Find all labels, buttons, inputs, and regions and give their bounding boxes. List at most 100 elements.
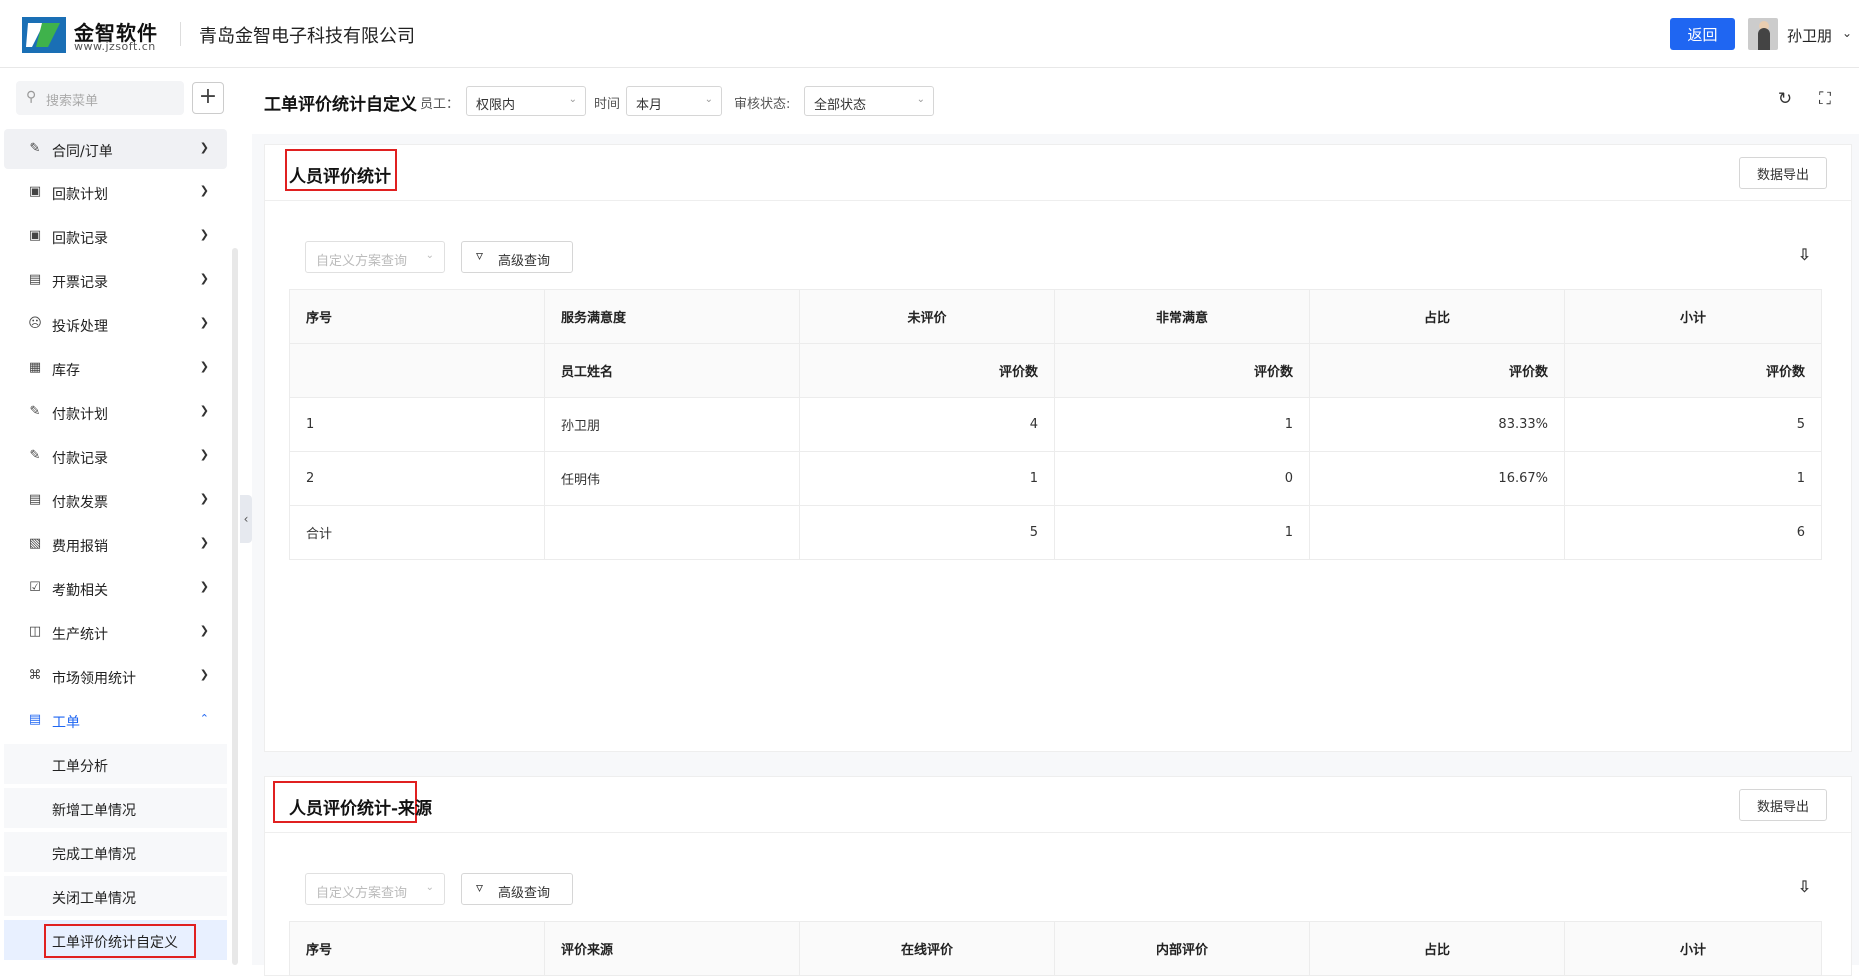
back-button[interactable]: 返回 [1670,18,1735,50]
column-header: 评价来源 [544,921,800,976]
divider [180,22,181,46]
sidebar-subitem-label: 工单评价统计自定义 [52,935,178,951]
fullscreen-icon[interactable]: ⛶ [1814,88,1836,110]
sidebar-subitem-label: 新增工单情况 [52,803,136,819]
ratio-value: 83.33% [1309,397,1565,452]
chevron-down-icon: ❯ [199,404,209,417]
sidebar-subitem-evaluation[interactable]: 工单评价统计自定义 [4,920,227,960]
total-name [544,505,800,560]
sidebar: ⚲ 搜索菜单 + ✎ 合同/订单 ❯ ▣ 回款计划 ❯ ▣ 回款记录 ❯ ▤ 开… [0,68,240,965]
sidebar-item-payment-plan[interactable]: ✎ 付款计划 ❯ [4,392,227,432]
filter-icon: ▿ [476,248,484,264]
logo: 金智软件 www.jzsoft.cn [22,15,182,55]
sidebar-item-label: 费用报销 [52,539,108,555]
export-button[interactable]: 数据导出 [1739,157,1827,189]
source-evaluation-card: 人员评价统计-来源 数据导出 自定义方案查询 ⌄ ▿ 高级查询 ⇩ 序号 评价来… [264,776,1852,976]
total-very-satisfied-link[interactable]: 1 [1054,505,1310,560]
plan-query-select[interactable]: 自定义方案查询 ⌄ [305,873,445,905]
chevron-up-icon: ⌃ [199,712,209,725]
column-header: 未评价 [799,289,1055,344]
column-header: 小计 [1564,921,1822,976]
chevron-down-icon: ⌄ [425,250,434,261]
very-satisfied-count-link[interactable]: 1 [1054,397,1310,452]
search-input[interactable]: ⚲ 搜索菜单 [16,81,184,115]
sidebar-item-invoice[interactable]: ▤ 开票记录 ❯ [4,260,227,300]
column-header: 内部评价 [1054,921,1310,976]
table-header-row: 序号 评价来源 在线评价 内部评价 占比 小计 [289,921,1822,976]
row-number: 1 [289,397,545,452]
company-name: 青岛金智电子科技有限公司 [199,26,415,47]
card-header: 人员评价统计-来源 数据导出 [265,777,1851,833]
chevron-down-icon: ⌄ [704,94,713,105]
record-icon: ▣ [28,228,42,243]
sidebar-item-contract[interactable]: ✎ 合同/订单 ❯ [4,129,227,169]
production-icon: ◫ [28,624,42,639]
column-header: 服务满意度 [544,289,800,344]
table-subheader-row: 员工姓名 评价数 评价数 评价数 评价数 [289,343,1822,398]
plan-query-select[interactable]: 自定义方案查询 ⌄ [305,241,445,273]
sidebar-item-expense[interactable]: ▧ 费用报销 ❯ [4,524,227,564]
total-unrated-link[interactable]: 5 [799,505,1055,560]
user-name[interactable]: 孙卫朋 [1787,25,1832,46]
sidebar-subitem-new[interactable]: 新增工单情况 [4,788,227,828]
payment-invoice-icon: ▤ [28,492,42,507]
sidebar-subitem-completed[interactable]: 完成工单情况 [4,832,227,872]
avatar[interactable] [1748,18,1778,50]
sidebar-item-workorder[interactable]: ▤ 工单 ⌃ [4,700,227,740]
column-header: 占比 [1309,289,1565,344]
very-satisfied-count-link[interactable]: 0 [1054,451,1310,506]
source-table: 序号 评价来源 在线评价 内部评价 占比 小计 [289,921,1822,976]
advanced-query-button[interactable]: ▿ 高级查询 [461,873,573,905]
chevron-down-icon: ❯ [199,536,209,549]
employee-name: 孙卫朋 [544,397,800,452]
table-row: 1 孙卫朋 4 1 83.33% 5 [289,397,1822,452]
sidebar-subitem-closed[interactable]: 关闭工单情况 [4,876,227,916]
sidebar-item-label: 考勤相关 [52,583,108,599]
sidebar-item-label: 投诉处理 [52,319,108,335]
sidebar-item-payment-record[interactable]: ✎ 付款记录 ❯ [4,436,227,476]
export-button[interactable]: 数据导出 [1739,789,1827,821]
sidebar-item-attendance[interactable]: ☑ 考勤相关 ❯ [4,568,227,608]
sidebar-item-label: 市场领用统计 [52,671,136,687]
audit-select[interactable]: 全部状态 ⌄ [804,86,934,116]
total-subtotal-link[interactable]: 6 [1564,505,1822,560]
chevron-down-icon[interactable]: ⌄ [1842,26,1852,40]
expand-icon[interactable]: ⇩ [1798,877,1811,896]
chevron-down-icon: ❯ [199,141,209,154]
sidebar-item-receipt-plan[interactable]: ▣ 回款计划 ❯ [4,172,227,212]
refresh-icon[interactable]: ↻ [1774,88,1796,110]
unrated-count-link[interactable]: 1 [799,451,1055,506]
time-select[interactable]: 本月 ⌄ [626,86,722,116]
subtotal-link[interactable]: 1 [1564,451,1822,506]
chevron-down-icon: ⌄ [916,94,925,105]
subtotal-link[interactable]: 5 [1564,397,1822,452]
employee-value: 权限内 [476,98,516,113]
staff-evaluation-card: 人员评价统计 数据导出 自定义方案查询 ⌄ ▿ 高级查询 ⇩ 序号 服务满意度 … [264,144,1852,752]
sidebar-item-market[interactable]: ⌘ 市场领用统计 ❯ [4,656,227,696]
chevron-down-icon: ❯ [199,580,209,593]
sidebar-item-receipt-record[interactable]: ▣ 回款记录 ❯ [4,216,227,256]
collapse-sidebar-icon[interactable]: ‹ [240,495,252,543]
plan-placeholder: 自定义方案查询 [316,254,408,269]
sidebar-item-payment-invoice[interactable]: ▤ 付款发票 ❯ [4,480,227,520]
filter-icon: ▿ [476,880,484,896]
expense-icon: ▧ [28,536,42,551]
sidebar-item-inventory[interactable]: ▦ 库存 ❯ [4,348,227,388]
unrated-count-link[interactable]: 4 [799,397,1055,452]
advanced-query-button[interactable]: ▿ 高级查询 [461,241,573,273]
sidebar-item-label: 付款记录 [52,451,108,467]
plan-icon: ▣ [28,184,42,199]
column-header: 非常满意 [1054,289,1310,344]
card-title: 人员评价统计 [289,167,391,187]
sidebar-item-complaint[interactable]: ☹ 投诉处理 ❯ [4,304,227,344]
advanced-query-label: 高级查询 [498,254,551,269]
sidebar-subitem-analysis[interactable]: 工单分析 [4,744,227,784]
sidebar-item-label: 回款计划 [52,187,108,203]
attendance-icon: ☑ [29,580,41,595]
employee-select[interactable]: 权限内 ⌄ [466,86,586,116]
expand-icon[interactable]: ⇩ [1798,245,1811,264]
logo-icon [22,17,66,53]
sidebar-item-production[interactable]: ◫ 生产统计 ❯ [4,612,227,652]
sidebar-scrollbar[interactable] [232,248,238,965]
add-button[interactable]: + [192,82,224,114]
